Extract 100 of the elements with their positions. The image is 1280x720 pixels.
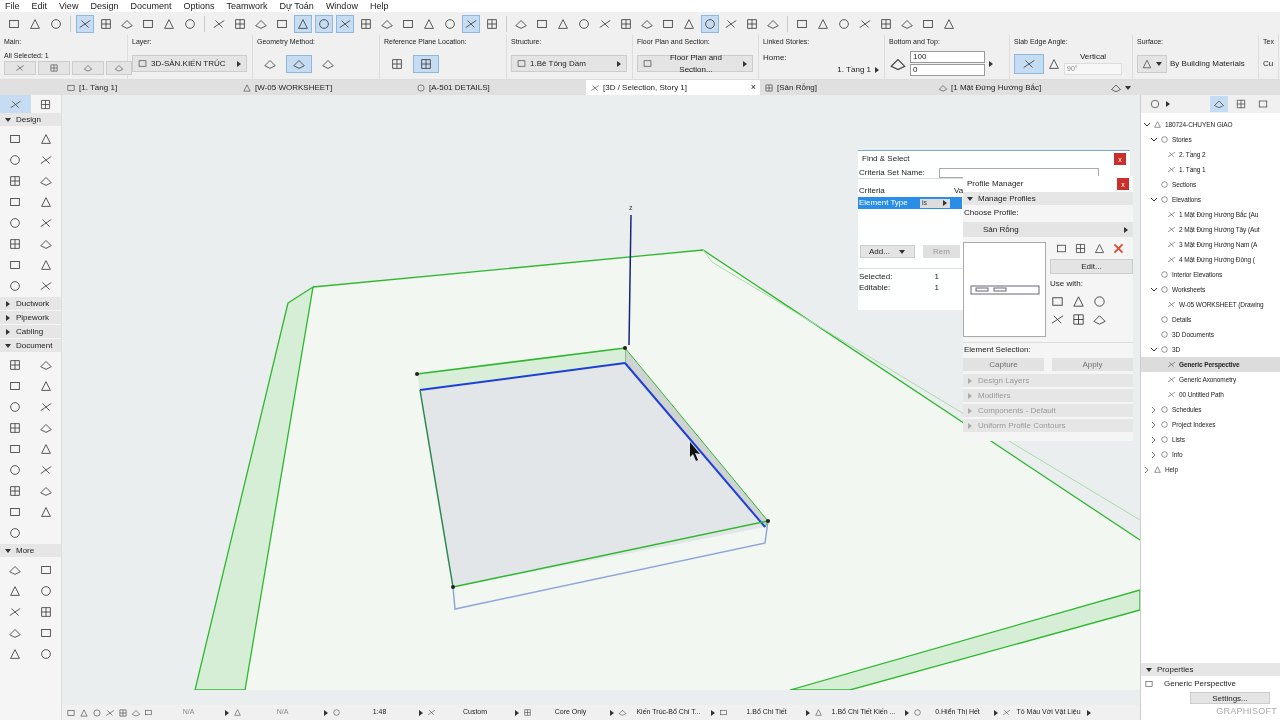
collapse-icon [5, 547, 11, 554]
field-label: Use with: [1050, 278, 1084, 290]
tool-icon [8, 236, 23, 251]
view-control-icon[interactable] [92, 707, 102, 718]
tool-icon [8, 583, 23, 598]
menu-item[interactable]: Options [183, 1, 215, 11]
edge-option[interactable] [1014, 53, 1044, 74]
collapse-icon[interactable] [1151, 346, 1157, 353]
toolbox-section[interactable]: Document [0, 339, 61, 352]
caret-icon [993, 708, 999, 717]
view-control-icon[interactable] [79, 707, 89, 718]
view-control-icon[interactable] [105, 707, 115, 718]
field-label: Choose Profile: [963, 207, 1020, 219]
story-value: 1. Tầng 1 [837, 65, 871, 74]
view-control-icon[interactable] [118, 707, 128, 718]
toolbar-button[interactable] [336, 14, 354, 33]
surface-dropdown[interactable] [1137, 54, 1167, 73]
status-icon [719, 708, 728, 717]
caret-icon [1155, 60, 1163, 67]
toolbox-section[interactable]: Ductwork [0, 297, 61, 310]
tool-icon [8, 420, 23, 435]
edit-button[interactable]: Edit... [1050, 259, 1133, 274]
caret-icon [874, 65, 880, 74]
view-icon [1167, 165, 1176, 174]
collapse-icon[interactable] [1151, 286, 1157, 293]
menu-item[interactable]: Help [369, 1, 389, 11]
view-icon [416, 82, 426, 93]
tool-icon [8, 483, 23, 498]
caret-icon [514, 708, 520, 717]
expand-icon[interactable] [1151, 421, 1157, 428]
menu-item[interactable]: View [59, 1, 79, 11]
collapse-icon[interactable] [1144, 121, 1150, 128]
toolbox-section[interactable]: Design [0, 113, 61, 126]
settings-button[interactable]: Settings... [1190, 692, 1270, 704]
panel-section[interactable]: Manage Profiles [963, 192, 1133, 205]
tool-icon [8, 357, 23, 372]
menu-item[interactable]: File [5, 1, 20, 11]
reference-option[interactable] [413, 54, 439, 73]
tool-icon [942, 16, 956, 31]
tab-label: [A-501 DETAILS] [429, 81, 491, 94]
expand-icon[interactable] [1144, 466, 1150, 473]
menu-item[interactable]: Window [325, 1, 358, 11]
close-button[interactable]: × [750, 83, 756, 92]
field-label: Editable: [859, 282, 892, 293]
status-icon [332, 708, 341, 717]
toolbar-button[interactable] [701, 14, 719, 33]
view-icon [1167, 360, 1176, 369]
tool-icon [38, 257, 53, 272]
expand-icon[interactable] [1151, 451, 1157, 458]
tool-icon [38, 131, 53, 146]
delete-icon[interactable] [1112, 242, 1125, 255]
tool-icon [703, 16, 717, 31]
tool-icon [137, 58, 148, 69]
toolbox-section[interactable]: Pipework [0, 311, 61, 324]
input-field[interactable]: 100 [910, 51, 985, 63]
expand-icon[interactable] [1151, 436, 1157, 443]
caret-icon [1165, 100, 1171, 108]
toolbox-section[interactable]: Cabling [0, 325, 61, 338]
tool-icon [516, 58, 527, 69]
tab-label: [3D / Selection, Story 1] [603, 81, 689, 94]
tool-icon [28, 16, 42, 31]
tab-label: [Sản Rỗng] [777, 81, 819, 94]
menu-item[interactable]: Document [130, 1, 172, 11]
view-tab[interactable]: [3D / Selection, Story 1] × [586, 80, 760, 95]
view-icon [1167, 240, 1176, 249]
menu-item[interactable]: Edit [31, 1, 48, 11]
panel-title: Find & Select [862, 153, 910, 165]
view-icon [590, 82, 600, 93]
menu-item[interactable]: Dự Toán [279, 1, 314, 11]
menu-item[interactable]: Teamwork [226, 1, 268, 11]
toolbar-button[interactable] [76, 14, 94, 33]
geometry-option[interactable] [286, 54, 312, 73]
input-field[interactable]: 0 [910, 64, 985, 76]
toolbar-button[interactable] [462, 14, 480, 33]
expand-icon[interactable] [1151, 406, 1157, 413]
tool-icon [38, 194, 53, 209]
column-header: Criteria [858, 185, 886, 197]
collapse-icon[interactable] [1151, 136, 1157, 143]
caret-icon [904, 708, 910, 717]
collapse-icon[interactable] [1151, 196, 1157, 203]
dropdown[interactable]: 1.Bê Tông Dầm [511, 55, 627, 72]
toolbar-button[interactable] [315, 14, 333, 33]
dropdown[interactable]: 3D-SÀN.KIẾN TRÚC [132, 55, 247, 72]
dropdown[interactable]: Floor Plan and Section... [637, 55, 753, 72]
menu-item[interactable]: Design [90, 1, 119, 11]
toolbox-section[interactable]: More [0, 544, 61, 557]
tool-icon [642, 58, 653, 69]
panel-title: Profile Manager [967, 178, 1024, 190]
caret-icon [418, 708, 424, 717]
tool-icon [359, 16, 373, 31]
profile-dropdown[interactable]: Sản Rỗng [963, 222, 1133, 237]
collapse-icon [967, 195, 973, 202]
tool-icon [38, 604, 53, 619]
add-button[interactable]: Add... [860, 245, 915, 258]
toolbar-button[interactable] [294, 14, 312, 33]
navigator-tab[interactable] [1210, 96, 1228, 112]
caret-icon [742, 59, 748, 68]
view-icon [1167, 150, 1176, 159]
tool-icon [837, 16, 851, 31]
view-control-icon[interactable] [66, 707, 76, 718]
